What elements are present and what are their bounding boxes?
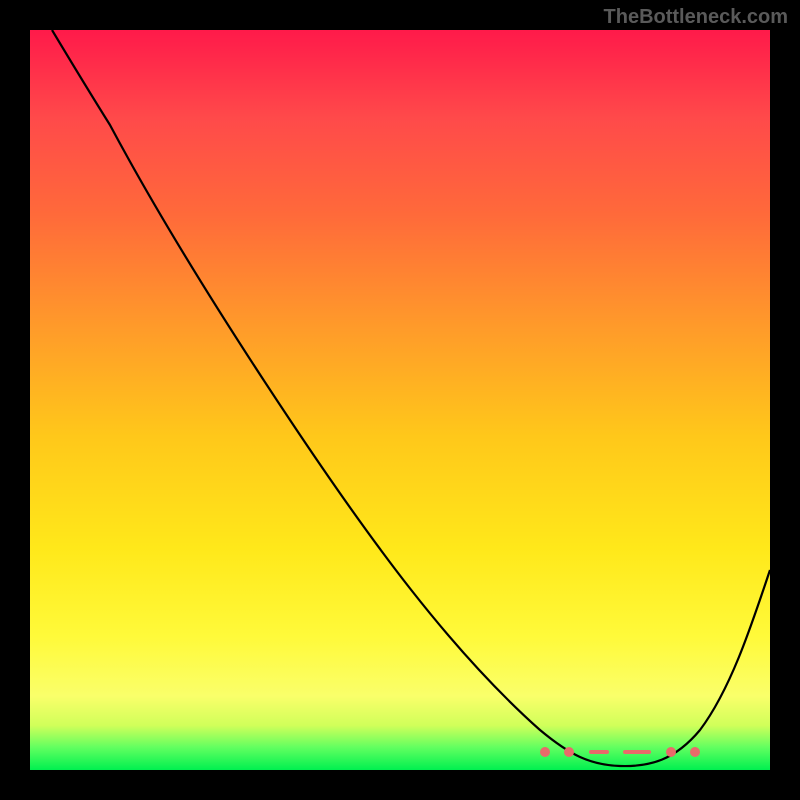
chart-curve-svg <box>30 30 770 770</box>
optimal-zone-markers <box>540 740 700 764</box>
optimal-marker-dot <box>666 747 676 757</box>
bottleneck-curve-path <box>52 30 770 766</box>
optimal-marker-dot <box>690 747 700 757</box>
optimal-marker-dot <box>540 747 550 757</box>
optimal-marker-dot <box>564 747 574 757</box>
chart-plot-area <box>30 30 770 770</box>
watermark-text: TheBottleneck.com <box>604 6 788 29</box>
optimal-marker-dash <box>623 750 651 754</box>
optimal-marker-dash <box>589 750 609 754</box>
